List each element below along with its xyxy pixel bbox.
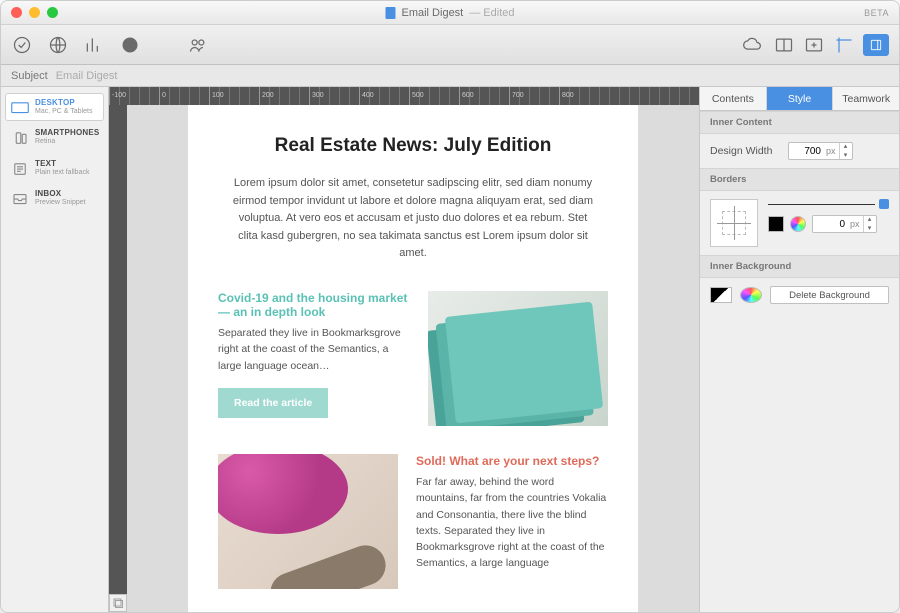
ruler-vertical [109,105,127,612]
section-borders: Borders [700,168,899,191]
globe-icon[interactable] [47,34,69,56]
article-image[interactable] [218,454,398,589]
row-design-width: Design Width px ▴▾ [710,142,889,160]
device-sub: Mac, PC & Tablets [35,108,92,116]
design-width-input[interactable]: px ▴▾ [788,142,853,160]
design-width-field[interactable] [789,146,823,157]
delete-background-button[interactable]: Delete Background [770,286,889,304]
window-title: Email Digest — Edited [386,7,515,19]
read-article-button[interactable]: Read the article [218,388,328,418]
subject-value: Email Digest [56,70,118,82]
device-title: TEXT [35,160,89,169]
article-image[interactable] [428,291,608,426]
border-width-stepper[interactable]: ▴▾ [863,215,876,233]
add-block-icon[interactable] [803,34,825,56]
article-block-1[interactable]: Covid-19 and the housing market — an in … [218,291,608,426]
article-body[interactable]: Far far away, behind the word mountains,… [416,474,608,572]
article-body[interactable]: Separated they live in Bookmarksgrove ri… [218,325,410,374]
chevron-down-icon: ▾ [864,224,876,233]
email-headline[interactable]: Real Estate News: July Edition [218,135,608,157]
analytics-icon[interactable] [83,34,105,56]
unit-label: px [823,146,839,156]
article-title[interactable]: Sold! What are your next steps? [416,454,608,468]
send-test-icon[interactable] [11,34,33,56]
article-block-2[interactable]: Sold! What are your next steps? Far far … [218,454,608,589]
email-document[interactable]: Real Estate News: July Edition Lorem ips… [188,105,638,612]
chevron-down-icon: ▾ [840,151,852,160]
email-intro[interactable]: Lorem ipsum dolor sit amet, consetetur s… [218,175,608,263]
device-title: DESKTOP [35,99,92,108]
width-stepper[interactable]: ▴▾ [839,142,852,160]
window-title-text: Email Digest [402,7,464,19]
border-color-swatch[interactable] [768,216,784,232]
bg-color-swatch[interactable] [710,287,732,303]
article-title[interactable]: Covid-19 and the housing market — an in … [218,291,410,319]
beta-badge: BETA [864,8,889,18]
chevron-up-icon: ▴ [864,215,876,224]
inspector-tabs: Contents Style Teamwork [700,87,899,111]
device-title: SMARTPHONES [35,129,99,138]
border-width-field[interactable] [813,219,847,230]
edited-indicator: — Edited [469,7,514,19]
row-inner-background: Delete Background [710,286,889,304]
section-inner-content: Inner Content [700,111,899,134]
text-icon [11,162,29,176]
inspector: Contents Style Teamwork Inner Content De… [699,87,899,612]
tab-contents[interactable]: Contents [700,87,767,110]
device-title: INBOX [35,190,86,199]
device-sub: Plain text fallback [35,169,89,177]
ruler-horizontal: -100 0 100 200 300 400 500 600 700 800 [109,87,699,105]
tab-style[interactable]: Style [767,87,834,110]
inspector-toggle-button[interactable] [863,34,889,56]
layout-split-icon[interactable] [773,34,795,56]
chevron-up-icon: ▴ [840,142,852,151]
color-picker-icon[interactable] [790,216,806,232]
tab-teamwork[interactable]: Teamwork [833,87,899,110]
inbox-icon [11,192,29,206]
collaborator-icon[interactable] [187,34,209,56]
desktop-icon [11,101,29,115]
close-icon[interactable] [11,7,22,18]
main: DESKTOP Mac, PC & Tablets SMARTPHONES Re… [1,87,899,612]
window-controls [11,7,58,18]
canvas-scroll[interactable]: Real Estate News: July Edition Lorem ips… [127,105,699,612]
border-side-picker[interactable] [710,199,758,247]
device-sub: Preview Snippet [35,199,86,207]
section-inner-background: Inner Background [700,255,899,278]
check-badge-icon[interactable] [119,34,141,56]
cloud-sync-icon[interactable] [741,34,763,56]
bg-color-picker-icon[interactable] [740,287,762,303]
device-text[interactable]: TEXT Plain text fallback [5,154,104,182]
device-inbox[interactable]: INBOX Preview Snippet [5,184,104,212]
unit-label: px [847,219,863,229]
border-style-slider[interactable] [768,199,889,209]
border-width-input[interactable]: px ▴▾ [812,215,877,233]
borders-panel: px ▴▾ [710,199,889,247]
document-icon [386,7,396,19]
subject-bar[interactable]: Subject Email Digest [1,65,899,87]
guides-icon[interactable] [833,34,855,56]
device-smartphones[interactable]: SMARTPHONES Retina [5,123,104,151]
toolbar [1,25,899,65]
maximize-icon[interactable] [47,7,58,18]
subject-label: Subject [11,70,48,82]
phone-icon [11,131,29,145]
layers-button[interactable] [109,594,127,612]
device-sub: Retina [35,138,99,146]
canvas: -100 0 100 200 300 400 500 600 700 800 R… [109,87,699,612]
titlebar: Email Digest — Edited BETA [1,1,899,25]
device-desktop[interactable]: DESKTOP Mac, PC & Tablets [5,93,104,121]
minimize-icon[interactable] [29,7,40,18]
app-window: Email Digest — Edited BETA Subject Ema [0,0,900,613]
design-width-label: Design Width [710,145,780,157]
device-sidebar: DESKTOP Mac, PC & Tablets SMARTPHONES Re… [1,87,109,612]
